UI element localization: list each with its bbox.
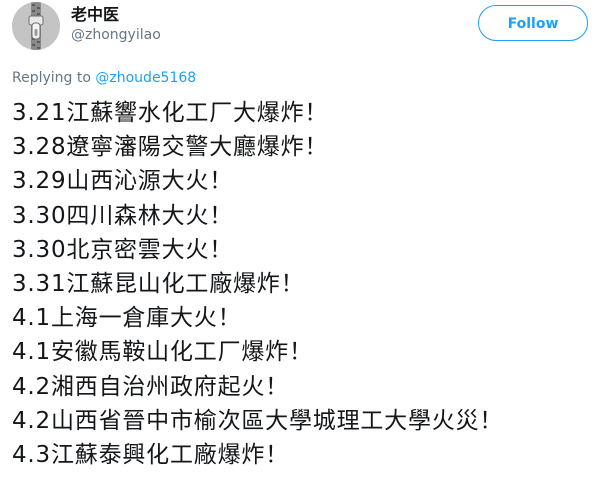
tweet-line: 3.30北京密雲大火！ [12, 236, 234, 263]
tweet-line: 3.30四川森林大火！ [12, 202, 234, 229]
tweet-line: 3.21江蘇響水化工厂大爆炸！ [12, 100, 329, 126]
author-names: 老中医 @zhongyilao [71, 5, 161, 45]
tweet-line: 4.1安徽馬鞍山化工厂爆炸！ [12, 339, 313, 366]
tweet-line: 3.28遼寧瀋陽交警大廳爆炸！ [12, 134, 329, 161]
tweet-line: 4.2山西省晉中市榆次區大學城理工大學火災！ [12, 407, 504, 434]
tweet-line: 3.31江蘇昆山化工廠爆炸！ [12, 270, 305, 297]
replying-to: Replying to @zhoude5168 [12, 68, 196, 88]
tweet-text: 3.21江蘇響水化工厂大爆炸！ 3.28遼寧瀋陽交警大廳爆炸！ 3.29山西沁源… [12, 96, 600, 472]
replying-to-handle-link[interactable]: @zhoude5168 [95, 70, 196, 86]
tweet-line: 4.1上海一倉庫大火！ [12, 305, 242, 332]
zipper-avatar-icon [12, 2, 60, 50]
follow-button[interactable]: Follow [478, 5, 588, 41]
tweet-header: 老中医 @zhongyilao Follow [12, 2, 588, 52]
tweet-line: 3.29山西沁源大火！ [12, 168, 234, 195]
avatar[interactable] [12, 2, 60, 50]
author-handle[interactable]: @zhongyilao [71, 25, 161, 45]
author-display-name[interactable]: 老中医 [71, 5, 161, 25]
tweet-line: 4.3江蘇泰興化工廠爆炸！ [12, 441, 289, 468]
replying-to-label: Replying to [12, 70, 91, 86]
tweet-line: 4.2湘西自治州政府起火！ [12, 373, 289, 400]
